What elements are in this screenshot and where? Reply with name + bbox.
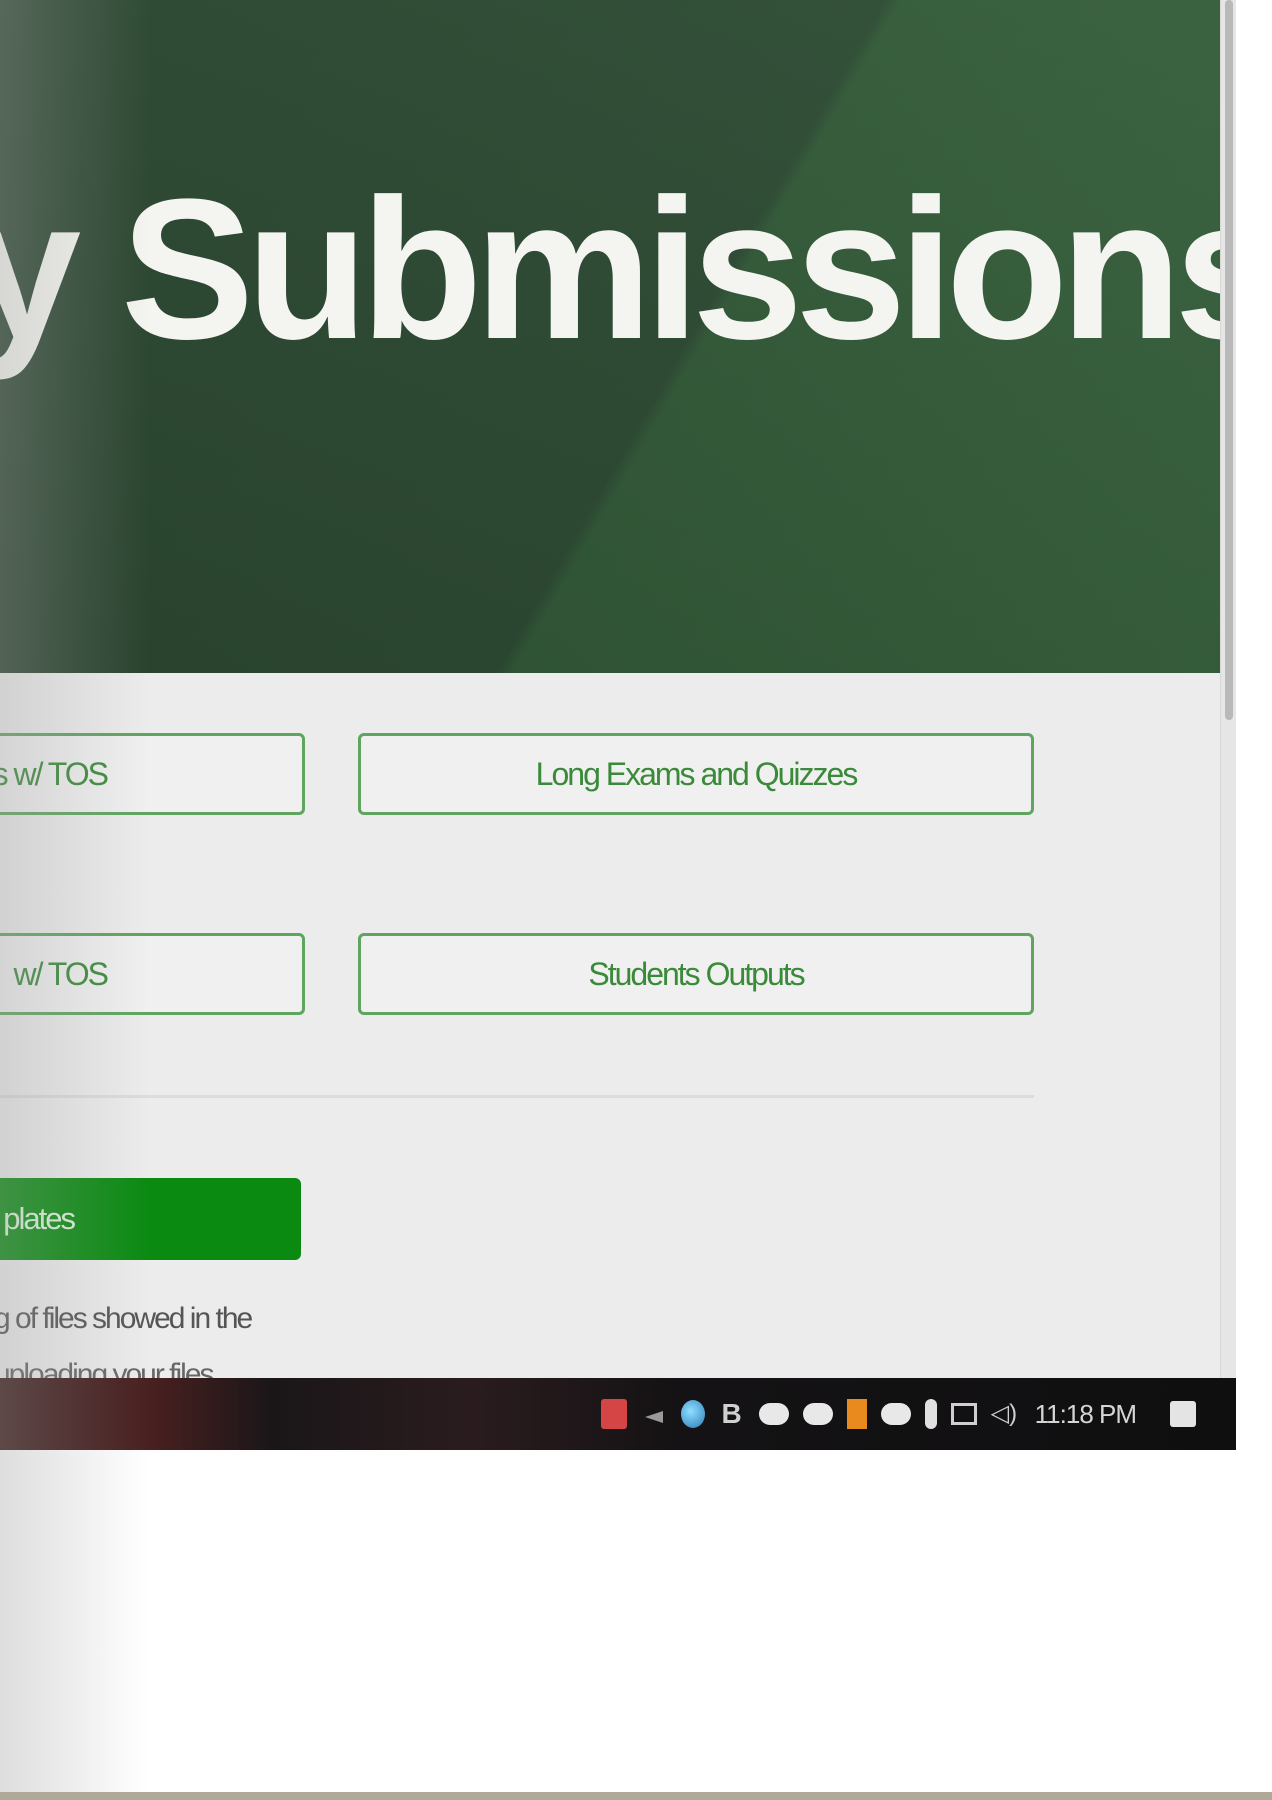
- cloud-upload-icon[interactable]: [802, 1403, 833, 1425]
- cloud-icon[interactable]: [880, 1403, 911, 1425]
- orange-app-icon[interactable]: [846, 1399, 867, 1429]
- photo-bottom-edge: [0, 1792, 1272, 1800]
- droplet-icon[interactable]: [680, 1400, 705, 1428]
- category-button-tos[interactable]: w/ TOS: [0, 933, 305, 1015]
- system-tray: B ◁) 11:18 PM: [600, 1378, 1196, 1450]
- network-icon[interactable]: [950, 1403, 977, 1425]
- info-text-line-1: g of files showed in the: [0, 1302, 253, 1335]
- hero-banner: y Submissions: [0, 0, 1220, 673]
- taskbar-clock[interactable]: 11:18 PM: [1035, 1399, 1137, 1430]
- scrollbar-thumb[interactable]: [1225, 0, 1233, 720]
- cloud-upload-icon[interactable]: [758, 1403, 789, 1425]
- page-title: y Submissions: [0, 158, 1220, 381]
- mic-icon[interactable]: [924, 1399, 937, 1429]
- category-button-long-exams-quizzes[interactable]: Long Exams and Quizzes: [358, 733, 1034, 815]
- vertical-scrollbar[interactable]: [1220, 0, 1236, 1380]
- notification-icon[interactable]: [1170, 1401, 1196, 1427]
- templates-button[interactable]: plates: [0, 1178, 301, 1260]
- category-button-exams-tos[interactable]: s w/ TOS: [0, 733, 305, 815]
- taskbar: B ◁) 11:18 PM: [0, 1378, 1236, 1450]
- b-icon[interactable]: B: [719, 1399, 745, 1429]
- screen: y Submissions s w/ TOS Long Exams and Qu…: [0, 0, 1236, 1450]
- arrow-icon[interactable]: [641, 1399, 667, 1429]
- speaker-icon[interactable]: ◁): [991, 1399, 1017, 1429]
- category-button-students-outputs[interactable]: Students Outputs: [358, 933, 1034, 1015]
- pdf-icon[interactable]: [600, 1399, 627, 1429]
- section-divider: [0, 1095, 1034, 1098]
